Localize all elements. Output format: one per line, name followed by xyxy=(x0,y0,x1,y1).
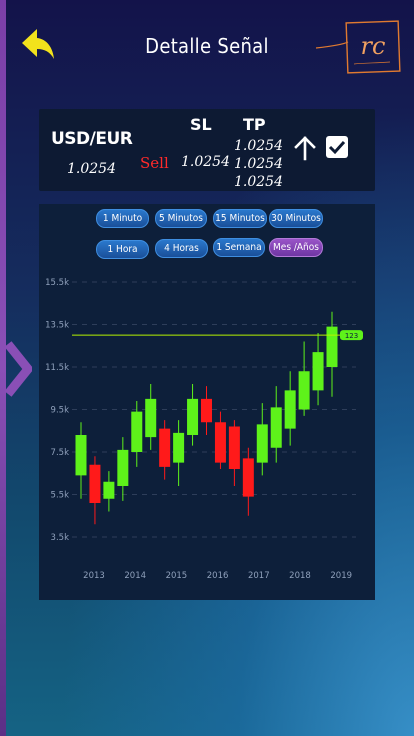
x-tick-label: 2018 xyxy=(289,571,311,581)
candle-body xyxy=(270,407,282,448)
y-tick-label: 9.5k xyxy=(51,406,70,416)
sl-value: 1.0254 xyxy=(181,154,230,170)
candle-body xyxy=(228,426,240,469)
candle-body xyxy=(117,449,129,486)
y-tick-label: 3.5k xyxy=(51,533,70,543)
signal-card: USD/EUR 1.0254 SL TP Sell 1.0254 1.0254 … xyxy=(39,109,375,191)
price-tag-label: 123 xyxy=(345,332,358,340)
candle-body xyxy=(103,481,115,499)
y-tick-label: 15.5k xyxy=(45,278,69,288)
y-tick-label: 11.5k xyxy=(45,363,69,373)
candle-body xyxy=(284,390,296,429)
y-tick-label: 5.5k xyxy=(51,491,70,501)
candle-body xyxy=(187,398,199,435)
x-tick-label: 2019 xyxy=(330,571,352,581)
tp-values: 1.0254 1.0254 1.0254 xyxy=(234,137,283,191)
y-tick-label: 7.5k xyxy=(51,448,70,458)
candle-body xyxy=(214,422,226,463)
sl-header: SL xyxy=(190,115,212,134)
x-tick-label: 2014 xyxy=(124,571,146,581)
x-tick-label: 2013 xyxy=(83,571,105,581)
tp-value-3: 1.0254 xyxy=(234,174,283,190)
signal-checkbox[interactable] xyxy=(326,136,348,158)
candle-body xyxy=(159,428,171,467)
y-tick-label: 13.5k xyxy=(45,321,69,331)
candle-body xyxy=(326,326,338,367)
candle-body xyxy=(242,458,254,497)
brand-logo: rc xyxy=(315,20,401,74)
checkmark-icon xyxy=(328,140,346,155)
currency-pair: USD/EUR xyxy=(51,129,133,149)
logo-text: rc xyxy=(361,32,386,60)
pair-price: 1.0254 xyxy=(67,161,116,177)
x-tick-label: 2016 xyxy=(207,571,229,581)
candlestick-chart: 15.5k 13.5k 11.5k 9.5k 7.5k 5.5k 3.5k 2013 2014 2… xyxy=(45,278,363,581)
candle-body xyxy=(131,411,143,452)
tp-value-1: 1.0254 xyxy=(234,138,283,154)
candle-body xyxy=(75,435,87,476)
candle-body xyxy=(312,352,324,391)
tp-value-2: 1.0254 xyxy=(234,156,283,172)
arrow-up-icon[interactable] xyxy=(293,135,317,161)
candle-body xyxy=(173,432,185,463)
x-tick-label: 2017 xyxy=(248,571,270,581)
candle-body xyxy=(89,464,101,503)
x-tick-label: 2015 xyxy=(166,571,188,581)
candle-body xyxy=(145,398,157,438)
signal-direction: Sell xyxy=(140,154,169,172)
chart-card: 1 Minuto 5 Minutos 15 Minutos 30 Minutos 1 H… xyxy=(39,204,375,600)
candle-body xyxy=(298,371,310,410)
tp-header: TP xyxy=(243,115,266,134)
drawer-chevron-icon[interactable] xyxy=(0,340,32,398)
candle-body xyxy=(201,398,212,423)
candle-body xyxy=(256,424,268,463)
